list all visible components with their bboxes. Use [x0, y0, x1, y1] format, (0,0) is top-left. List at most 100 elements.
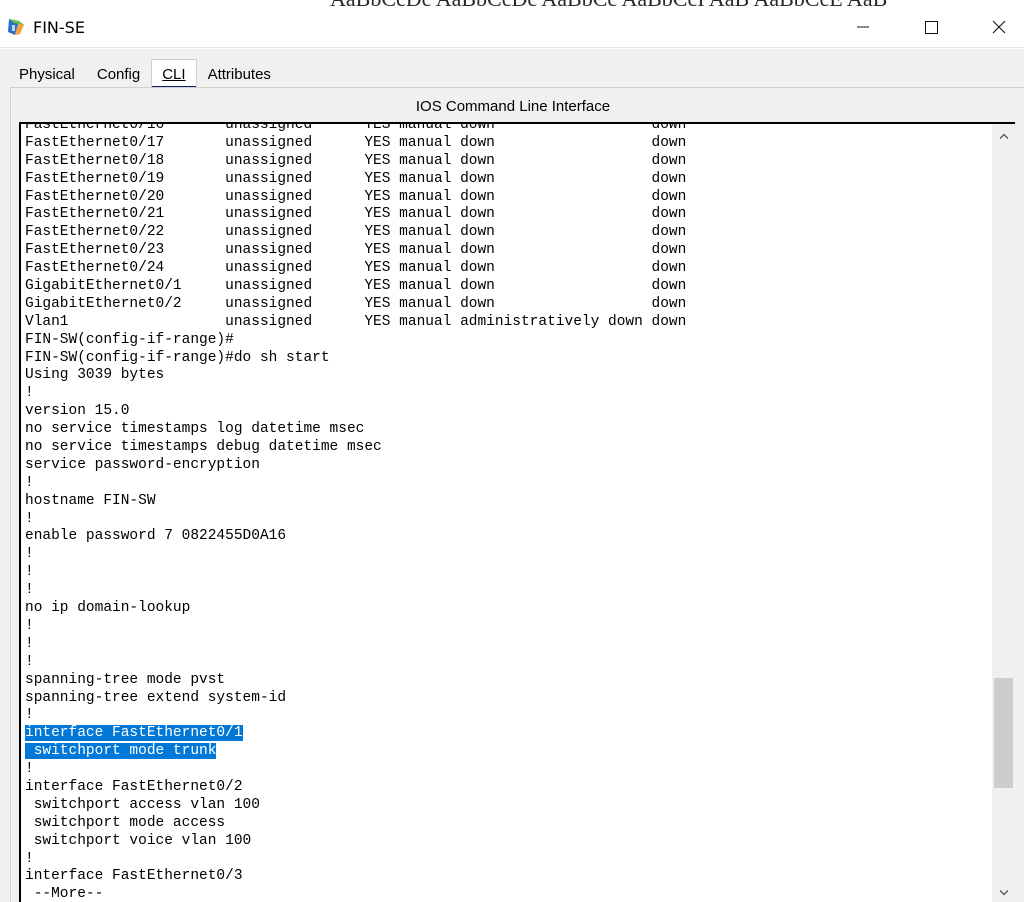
terminal-line-text: FastEthernet0/18 unassigned YES manual d… [25, 152, 687, 169]
terminal-line-text: FastEthernet0/16 unassigned YES manual d… [25, 122, 687, 133]
window-title: FIN-SE [33, 18, 85, 37]
terminal-line-text: switchport voice vlan 100 [25, 832, 252, 849]
terminal-line: FastEthernet0/19 unassigned YES manual d… [25, 171, 686, 189]
tab-config-label: Config [96, 66, 141, 83]
terminal-line-text: FIN-SW(config-if-range)# [25, 331, 234, 348]
close-button[interactable] [976, 6, 1022, 48]
terminal-line: switchport mode access [25, 815, 686, 833]
terminal-line: FastEthernet0/22 unassigned YES manual d… [25, 224, 686, 242]
terminal-line: ! [25, 618, 686, 636]
tab-config[interactable]: Config [85, 59, 152, 87]
selected-text: switchport mode trunk [25, 743, 217, 760]
terminal-line: GigabitEthernet0/1 unassigned YES manual… [25, 278, 686, 296]
terminal-line-text: interface FastEthernet0/2 [25, 778, 243, 795]
terminal-line: FIN-SW(config-if-range)# [25, 332, 686, 350]
selected-text: interface FastEthernet0/1 [25, 725, 243, 742]
terminal-line: switchport access vlan 100 [25, 797, 686, 815]
terminal-line-text: interface FastEthernet0/3 [25, 868, 243, 885]
terminal-line: ! [25, 546, 686, 564]
terminal-line: Vlan1 unassigned YES manual administrati… [25, 314, 686, 332]
tab-attributes[interactable]: Attributes [196, 59, 282, 87]
terminal-line: ! [25, 654, 686, 672]
terminal-line-text: ! [25, 546, 34, 563]
tab-cli[interactable]: CLI [151, 59, 197, 89]
title-bar: FIN-SE [0, 6, 1024, 48]
tab-strip: Physical Config CLI Attributes [8, 59, 282, 89]
terminal-line: FastEthernet0/20 unassigned YES manual d… [25, 189, 686, 207]
terminal-line: switchport mode trunk [25, 743, 686, 761]
terminal-line-text: ! [25, 510, 34, 527]
terminal-line-text: FastEthernet0/22 unassigned YES manual d… [25, 224, 687, 241]
terminal-line-text: FastEthernet0/21 unassigned YES manual d… [25, 206, 687, 223]
terminal-line-text: Using 3039 bytes [25, 367, 165, 384]
terminal-line-text: ! [25, 474, 34, 491]
terminal-line: interface FastEthernet0/1 [25, 725, 686, 743]
terminal-line-text: ! [25, 761, 34, 778]
terminal-line-text: ! [25, 582, 34, 599]
terminal-line: ! [25, 564, 686, 582]
terminal-line: spanning-tree extend system-id [25, 690, 686, 708]
minimize-icon [857, 26, 869, 28]
scroll-up-button[interactable] [992, 124, 1015, 148]
terminal-line: ! [25, 707, 686, 725]
terminal-line-text: FastEthernet0/24 unassigned YES manual d… [25, 260, 687, 277]
terminal-line: ! [25, 511, 686, 529]
terminal-line-text: ! [25, 617, 34, 634]
terminal-line-text: no ip domain-lookup [25, 600, 191, 617]
terminal-line-text: hostname FIN-SW [25, 492, 156, 509]
terminal-line-text: GigabitEthernet0/1 unassigned YES manual… [25, 278, 687, 295]
minimize-button[interactable] [840, 6, 886, 48]
terminal-line-text: enable password 7 0822455D0A16 [25, 528, 287, 545]
terminal-output: FastEthernet0/16 unassigned YES manual d… [25, 122, 687, 902]
cli-terminal[interactable]: FastEthernet0/16 unassigned YES manual d… [19, 122, 1015, 902]
terminal-line: FIN-SW(config-if-range)#do sh start [25, 350, 686, 368]
terminal-line: interface FastEthernet0/3 [25, 868, 686, 886]
terminal-line: version 15.0 [25, 403, 686, 421]
terminal-line: enable password 7 0822455D0A16 [25, 528, 686, 546]
terminal-line-text: FastEthernet0/23 unassigned YES manual d… [25, 242, 687, 259]
vertical-scrollbar[interactable] [992, 124, 1015, 902]
chevron-up-icon [999, 133, 1008, 139]
tabs-area: Physical Config CLI Attributes IOS Comma… [0, 49, 1024, 902]
terminal-line: no service timestamps log datetime msec [25, 421, 686, 439]
terminal-line: Using 3039 bytes [25, 367, 686, 385]
panel-title: IOS Command Line Interface [415, 98, 611, 115]
terminal-line: ! [25, 636, 686, 654]
terminal-line: spanning-tree mode pvst [25, 672, 686, 690]
terminal-line: no service timestamps debug datetime mse… [25, 439, 686, 457]
terminal-line-text: service password-encryption [25, 456, 260, 473]
terminal-line-text: FastEthernet0/20 unassigned YES manual d… [25, 188, 687, 205]
terminal-line-text: GigabitEthernet0/2 unassigned YES manual… [25, 295, 687, 312]
scroll-track[interactable] [992, 148, 1015, 881]
terminal-line: GigabitEthernet0/2 unassigned YES manual… [25, 296, 686, 314]
terminal-line: FastEthernet0/17 unassigned YES manual d… [25, 135, 686, 153]
tab-attributes-label: Attributes [207, 66, 271, 83]
terminal-line: no ip domain-lookup [25, 600, 686, 618]
terminal-line-text: version 15.0 [25, 403, 130, 420]
cli-panel: IOS Command Line Interface FastEthernet0… [10, 87, 1024, 902]
scroll-thumb[interactable] [994, 678, 1013, 788]
terminal-line-text: ! [25, 564, 34, 581]
terminal-line: interface FastEthernet0/2 [25, 779, 686, 797]
scroll-down-button[interactable] [992, 881, 1015, 902]
maximize-icon [924, 20, 938, 34]
close-icon [992, 20, 1006, 34]
terminal-line: FastEthernet0/16 unassigned YES manual d… [25, 122, 687, 135]
terminal-line: FastEthernet0/18 unassigned YES manual d… [25, 153, 686, 171]
terminal-line: ! [25, 851, 686, 869]
maximize-button[interactable] [908, 6, 954, 48]
terminal-line-text: spanning-tree mode pvst [25, 671, 226, 688]
terminal-line: FastEthernet0/21 unassigned YES manual d… [25, 206, 686, 224]
terminal-line-text: no service timestamps debug datetime mse… [25, 439, 382, 456]
terminal-line-text: Vlan1 unassigned YES manual administrati… [25, 313, 687, 330]
terminal-line-text: ! [25, 850, 34, 867]
terminal-line-text: switchport mode access [25, 814, 226, 831]
terminal-line: ! [25, 475, 686, 493]
terminal-line-text: ! [25, 385, 34, 402]
packet-tracer-device-icon [6, 17, 26, 37]
terminal-line: FastEthernet0/24 unassigned YES manual d… [25, 260, 686, 278]
terminal-line-text: ! [25, 635, 34, 652]
tab-cli-label: CLI [162, 66, 186, 83]
terminal-line: ! [25, 385, 686, 403]
tab-physical[interactable]: Physical [8, 59, 86, 87]
